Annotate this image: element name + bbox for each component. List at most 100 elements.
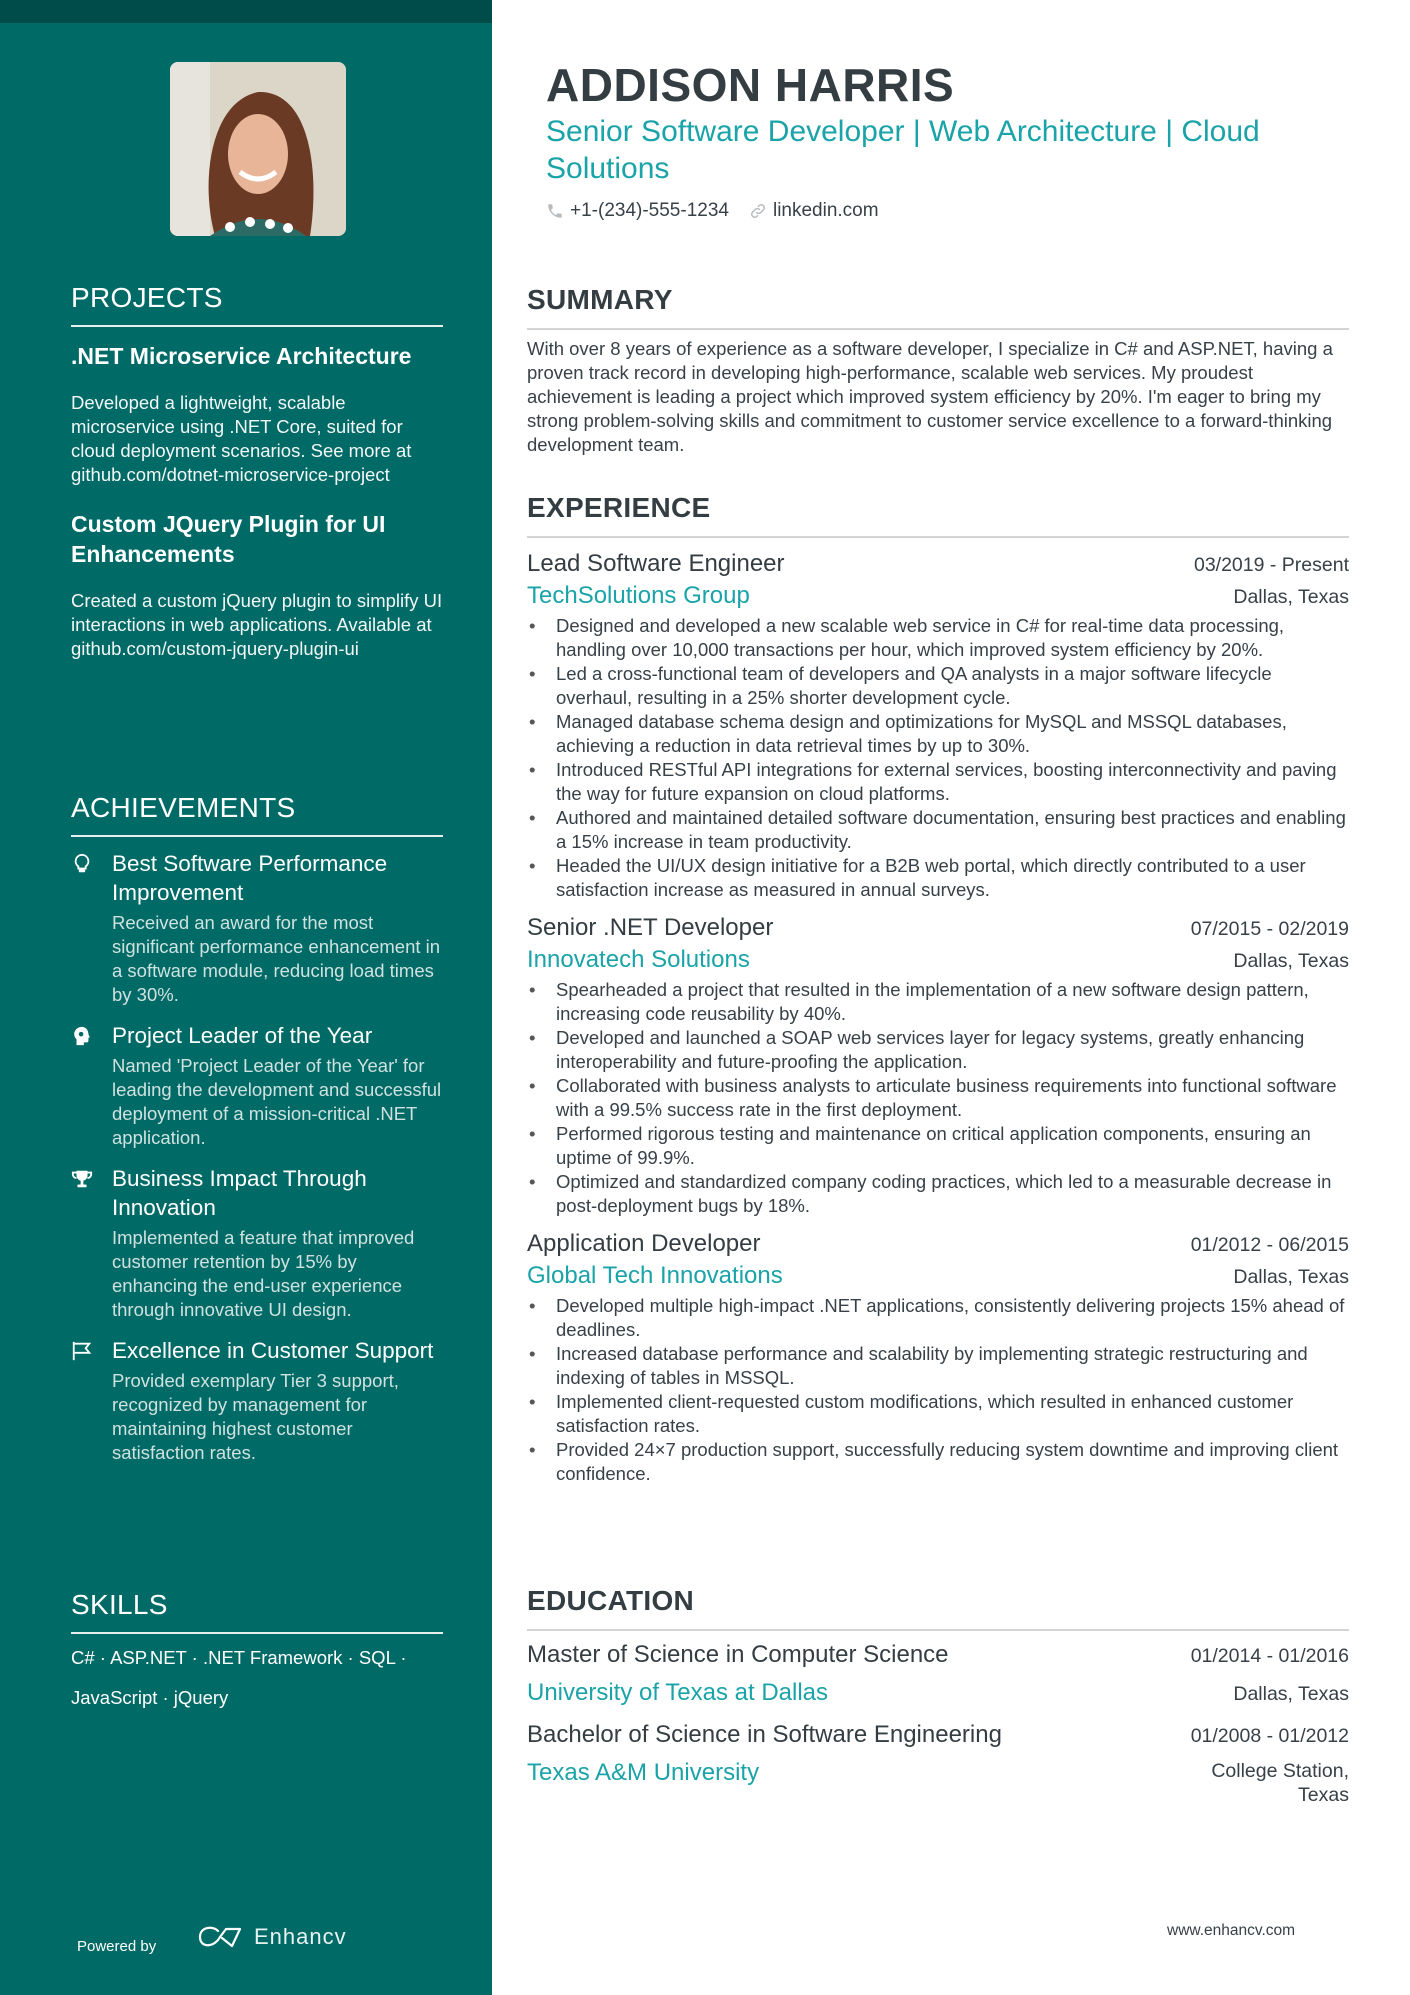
- achievements-heading: ACHIEVEMENTS: [71, 791, 443, 837]
- school-location-line: Texas: [1298, 1784, 1349, 1806]
- job-title: Application Developer: [527, 1230, 761, 1257]
- enhancv-logo-icon: [198, 1926, 242, 1948]
- job-title: Lead Software Engineer: [527, 550, 785, 577]
- education-entry: Bachelor of Science in Software Engineer…: [527, 1719, 1349, 1807]
- degree-title: Master of Science in Computer Science: [527, 1641, 949, 1668]
- contact-row: +1-(234)-555-1234 linkedin.com: [546, 200, 899, 222]
- enhancv-logo[interactable]: Enhancv: [196, 1924, 347, 1950]
- job-entry: Application Developer 01/2012 - 06/2015 …: [527, 1228, 1349, 1486]
- linkedin-contact[interactable]: linkedin.com: [749, 200, 879, 222]
- job-entry: Senior .NET Developer 07/2015 - 02/2019 …: [527, 912, 1349, 1218]
- education-dates: 01/2014 - 01/2016: [1190, 1645, 1349, 1667]
- skills-line: JavaScript · jQuery: [71, 1687, 229, 1708]
- achievement-title: Project Leader of the Year: [112, 1023, 373, 1048]
- job-location: Dallas, Texas: [1233, 1266, 1349, 1288]
- profile-photo-image: [170, 62, 346, 236]
- education-section: EDUCATION Master of Science in Computer …: [527, 1584, 1349, 1813]
- footer-url[interactable]: www.enhancv.com: [1167, 1922, 1295, 1940]
- achievement-item: Project Leader of the Year Named 'Projec…: [71, 1021, 443, 1150]
- job-entry: Lead Software Engineer 03/2019 - Present…: [527, 548, 1349, 902]
- education-entry: Master of Science in Computer Science 01…: [527, 1639, 1349, 1709]
- company-name: TechSolutions Group: [527, 582, 750, 609]
- project-item: Custom JQuery Plugin for UI Enhancements…: [71, 509, 443, 661]
- bullet-item: Spearheaded a project that resulted in t…: [527, 978, 1349, 1026]
- head-icon: [71, 1025, 95, 1049]
- flag-icon: [71, 1340, 95, 1364]
- summary-heading: SUMMARY: [527, 283, 1349, 330]
- job-bullets: Developed multiple high-impact .NET appl…: [527, 1294, 1349, 1486]
- bullet-item: Provided 24×7 production support, succes…: [527, 1438, 1349, 1486]
- skills-line: C# · ASP.NET · .NET Framework · SQL ·: [71, 1647, 407, 1668]
- candidate-name: ADDISON HARRIS: [546, 59, 955, 111]
- bullet-item: Performed rigorous testing and maintenan…: [527, 1122, 1349, 1170]
- project-description: Developed a lightweight, scalable micros…: [71, 392, 412, 485]
- linkedin-link[interactable]: linkedin.com: [773, 200, 879, 222]
- experience-section: EXPERIENCE Lead Software Engineer 03/201…: [527, 491, 1349, 1486]
- lightbulb-icon: [71, 853, 95, 877]
- sidebar-top-strip: [0, 0, 492, 23]
- school-location: College Station, Texas: [1211, 1757, 1349, 1807]
- phone-contact[interactable]: +1-(234)-555-1234: [546, 200, 729, 222]
- project-item: .NET Microservice Architecture Developed…: [71, 341, 443, 487]
- bullet-item: Managed database schema design and optim…: [527, 710, 1349, 758]
- bullet-item: Introduced RESTful API integrations for …: [527, 758, 1349, 806]
- bullet-item: Developed and launched a SOAP web servic…: [527, 1026, 1349, 1074]
- profile-photo: [170, 62, 346, 236]
- achievement-item: Business Impact Through Innovation Imple…: [71, 1164, 443, 1322]
- phone-icon: [548, 204, 562, 218]
- bullet-item: Authored and maintained detailed softwar…: [527, 806, 1349, 854]
- bullet-item: Implemented client-requested custom modi…: [527, 1390, 1349, 1438]
- skills-list: C# · ASP.NET · .NET Framework · SQL · Ja…: [71, 1638, 443, 1718]
- achievement-item: Excellence in Customer Support Provided …: [71, 1336, 443, 1465]
- school-location-line: College Station,: [1211, 1760, 1349, 1782]
- job-dates: 03/2019 - Present: [1193, 554, 1349, 576]
- job-dates: 07/2015 - 02/2019: [1190, 918, 1349, 940]
- powered-by-label: Powered by: [77, 1938, 157, 1955]
- project-title: Custom JQuery Plugin for UI Enhancements: [71, 511, 386, 567]
- achievement-description: Provided exemplary Tier 3 support, recog…: [112, 1370, 399, 1463]
- degree-title: Bachelor of Science in Software Engineer…: [527, 1721, 1002, 1748]
- achievement-item: Best Software Performance Improvement Re…: [71, 849, 443, 1007]
- sidebar: PROJECTS .NET Microservice Architecture …: [0, 0, 492, 1995]
- skills-section: SKILLS C# · ASP.NET · .NET Framework · S…: [71, 1588, 443, 1718]
- achievement-title: Business Impact Through Innovation: [112, 1166, 367, 1220]
- enhancv-brand-name: Enhancv: [254, 1924, 347, 1949]
- summary-text: With over 8 years of experience as a sof…: [527, 338, 1333, 455]
- achievement-description: Implemented a feature that improved cust…: [112, 1227, 415, 1320]
- job-title: Senior .NET Developer: [527, 914, 774, 941]
- achievements-section: ACHIEVEMENTS Best Software Performance I…: [71, 791, 443, 1465]
- bullet-item: Headed the UI/UX design initiative for a…: [527, 854, 1349, 902]
- job-location: Dallas, Texas: [1233, 950, 1349, 972]
- achievement-title: Best Software Performance Improvement: [112, 851, 388, 905]
- bullet-item: Led a cross-functional team of developer…: [527, 662, 1349, 710]
- school-name: Texas A&M University: [527, 1759, 760, 1786]
- summary-section: SUMMARY With over 8 years of experience …: [527, 283, 1349, 457]
- bullet-item: Optimized and standardized company codin…: [527, 1170, 1349, 1218]
- company-name: Innovatech Solutions: [527, 946, 750, 973]
- achievement-description: Received an award for the most significa…: [112, 912, 441, 1005]
- bullet-item: Designed and developed a new scalable we…: [527, 614, 1349, 662]
- education-dates: 01/2008 - 01/2012: [1190, 1725, 1349, 1747]
- education-heading: EDUCATION: [527, 1584, 1349, 1631]
- school-name: University of Texas at Dallas: [527, 1679, 829, 1706]
- link-icon: [750, 203, 765, 219]
- achievement-title: Excellence in Customer Support: [112, 1338, 434, 1363]
- job-dates: 01/2012 - 06/2015: [1190, 1234, 1349, 1256]
- bullet-item: Collaborated with business analysts to a…: [527, 1074, 1349, 1122]
- project-description: Created a custom jQuery plugin to simpli…: [71, 590, 443, 659]
- bullet-item: Increased database performance and scala…: [527, 1342, 1349, 1390]
- skills-heading: SKILLS: [71, 1588, 443, 1634]
- projects-section: PROJECTS .NET Microservice Architecture …: [71, 281, 443, 661]
- candidate-title: Senior Software Developer | Web Architec…: [546, 115, 1260, 185]
- bullet-item: Developed multiple high-impact .NET appl…: [527, 1294, 1349, 1342]
- company-name: Global Tech Innovations: [527, 1262, 783, 1289]
- phone-number: +1-(234)-555-1234: [570, 200, 729, 221]
- experience-heading: EXPERIENCE: [527, 491, 1349, 538]
- project-title: .NET Microservice Architecture: [71, 343, 412, 369]
- school-location: Dallas, Texas: [1233, 1683, 1349, 1705]
- achievement-description: Named 'Project Leader of the Year' for l…: [112, 1055, 442, 1148]
- job-bullets: Spearheaded a project that resulted in t…: [527, 978, 1349, 1218]
- trophy-icon: [71, 1168, 95, 1192]
- job-bullets: Designed and developed a new scalable we…: [527, 614, 1349, 902]
- projects-heading: PROJECTS: [71, 281, 443, 327]
